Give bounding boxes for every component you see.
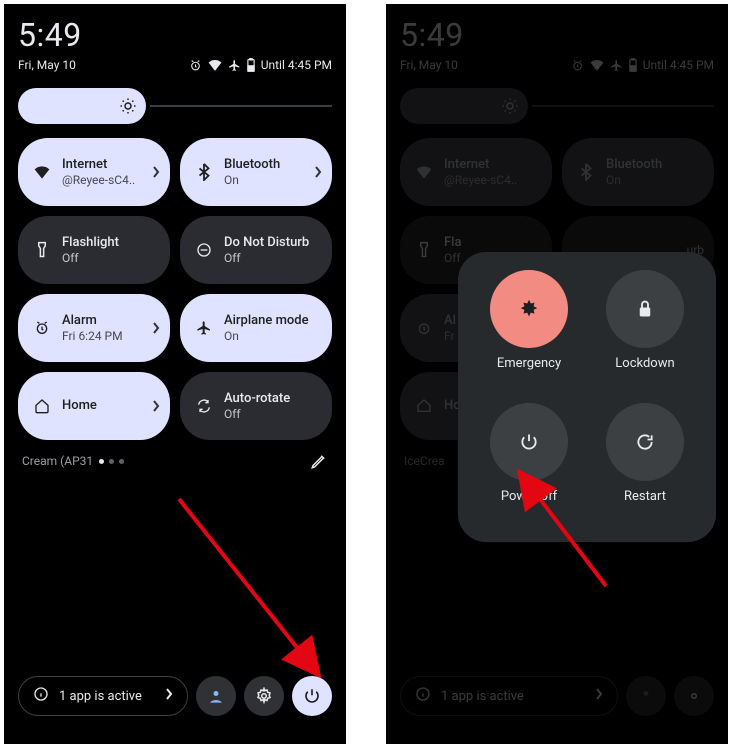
emergency-icon	[490, 270, 568, 348]
settings-button[interactable]	[244, 676, 284, 716]
restart-icon	[606, 403, 684, 481]
chevron-right-icon	[165, 688, 173, 704]
qs-tiles: Internet@Reyee-sC4.. BluetoothOn Flashli…	[18, 138, 332, 440]
annotation-arrow	[174, 494, 344, 694]
power-menu-restart[interactable]: Restart	[588, 403, 702, 530]
alarm-icon	[32, 320, 52, 336]
airplane-icon	[194, 320, 214, 336]
home-icon	[32, 398, 52, 414]
tile-home[interactable]: Home	[18, 372, 170, 440]
power-menu: Emergency Lockdown Power off Restart	[458, 252, 716, 542]
active-apps-text: 1 app is active	[59, 689, 155, 704]
power-menu-lockdown[interactable]: Lockdown	[588, 270, 702, 397]
chevron-right-icon	[152, 166, 160, 178]
chevron-right-icon	[152, 322, 160, 334]
power-menu-emergency[interactable]: Emergency	[472, 270, 586, 397]
tile-flashlight[interactable]: FlashlightOff	[18, 216, 170, 284]
tile-airplane[interactable]: Airplane modeOn	[180, 294, 332, 362]
flashlight-icon	[32, 241, 52, 259]
tile-dnd[interactable]: Do Not DisturbOff	[180, 216, 332, 284]
edit-tiles-button[interactable]	[310, 452, 328, 470]
bottom-bar: 1 app is active	[18, 676, 332, 716]
active-apps-pill[interactable]: 1 app is active	[18, 676, 188, 716]
chevron-right-icon	[152, 400, 160, 412]
brightness-slider[interactable]	[18, 88, 332, 124]
phone-left: 5:49 Fri, May 10 Until 4:45 PM Internet@…	[4, 4, 346, 744]
brightness-track	[150, 105, 332, 107]
tile-internet[interactable]: Internet@Reyee-sC4..	[18, 138, 170, 206]
tile-bluetooth[interactable]: BluetoothOn	[180, 138, 332, 206]
build-and-pager: Cream (AP31	[18, 452, 332, 470]
brightness-fill	[18, 88, 146, 124]
build-text: Cream (AP31	[22, 454, 93, 468]
clock: 5:49	[18, 16, 332, 54]
wifi-icon	[32, 165, 52, 179]
status-icons: Until 4:45 PM	[189, 58, 332, 72]
power-button[interactable]	[292, 676, 332, 716]
tile-autorotate[interactable]: Auto-rotateOff	[180, 372, 332, 440]
brightness-icon	[112, 90, 144, 122]
status-row: Fri, May 10 Until 4:45 PM	[18, 58, 332, 72]
lock-icon	[606, 270, 684, 348]
wifi-icon	[208, 59, 222, 71]
bluetooth-icon	[194, 163, 214, 181]
user-switcher-button[interactable]	[196, 676, 236, 716]
power-menu-power-off[interactable]: Power off	[472, 403, 586, 530]
dnd-icon	[194, 242, 214, 258]
phone-right: 5:49 Fri, May 10 Until 4:45 PM Internet@…	[386, 4, 728, 744]
info-icon	[33, 686, 49, 706]
autorotate-icon	[194, 398, 214, 414]
tile-alarm[interactable]: AlarmFri 6:24 PM	[18, 294, 170, 362]
airplane-icon	[228, 59, 241, 72]
battery-until-text: Until 4:45 PM	[261, 58, 332, 72]
chevron-right-icon	[314, 166, 322, 178]
battery-icon	[247, 58, 255, 72]
date: Fri, May 10	[18, 58, 76, 72]
alarm-icon	[189, 59, 202, 72]
power-icon	[490, 403, 568, 481]
